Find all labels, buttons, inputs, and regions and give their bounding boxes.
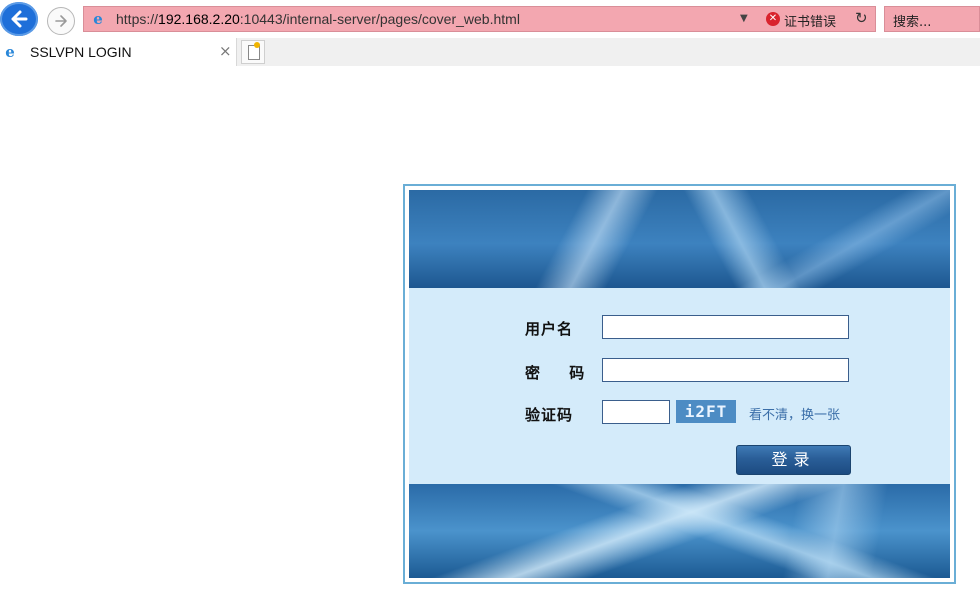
url-text: https://192.168.2.20:10443/internal-serv… [116, 11, 520, 27]
captcha-label: 验证码 [525, 406, 574, 424]
login-panel: 用户名 密 码 验证码 i2FT 看不清，换一张 登录 [403, 184, 956, 584]
tab-title: SSLVPN LOGIN [30, 44, 132, 60]
cert-error-icon[interactable]: ✕ [766, 12, 780, 26]
address-dropdown-icon[interactable]: ▼ [740, 13, 748, 24]
captcha-image[interactable]: i2FT [676, 400, 736, 423]
login-form: 用户名 密 码 验证码 i2FT 看不清，换一张 登录 [409, 288, 950, 484]
new-tab-star-icon [254, 42, 260, 48]
password-input[interactable] [602, 358, 849, 382]
captcha-refresh-link[interactable]: 看不清，换一张 [749, 404, 840, 423]
arrow-right-icon [55, 15, 67, 27]
browser-toolbar: e https://192.168.2.20:10443/internal-se… [0, 0, 980, 38]
tab-sslvpn-login[interactable]: e SSLVPN LOGIN × [0, 38, 237, 66]
close-tab-icon[interactable]: × [219, 42, 232, 60]
login-button[interactable]: 登录 [736, 445, 851, 475]
url-host: 192.168.2.20 [158, 11, 240, 27]
password-label: 密 码 [525, 364, 597, 382]
tab-strip: e SSLVPN LOGIN × [0, 38, 980, 66]
forward-button[interactable] [47, 7, 75, 35]
new-tab-button[interactable] [241, 40, 265, 64]
address-bar[interactable]: e https://192.168.2.20:10443/internal-se… [83, 6, 876, 32]
search-input[interactable]: 搜索... [884, 6, 980, 32]
username-label: 用户名 [525, 320, 574, 338]
ie-tab-icon: e [5, 43, 15, 61]
refresh-icon[interactable]: ↻ [855, 9, 868, 27]
back-button[interactable] [0, 2, 38, 36]
url-scheme: https:// [116, 11, 159, 27]
url-path: :10443/internal-server/pages/cover_web.h… [239, 11, 520, 27]
username-input[interactable] [602, 315, 849, 339]
login-banner-bottom [409, 484, 950, 578]
captcha-input[interactable] [602, 400, 670, 424]
arrow-left-icon [11, 10, 28, 28]
ie-page-icon: e [93, 10, 103, 28]
login-banner-top [409, 190, 950, 288]
cert-error-label[interactable]: 证书错误 [784, 11, 836, 30]
